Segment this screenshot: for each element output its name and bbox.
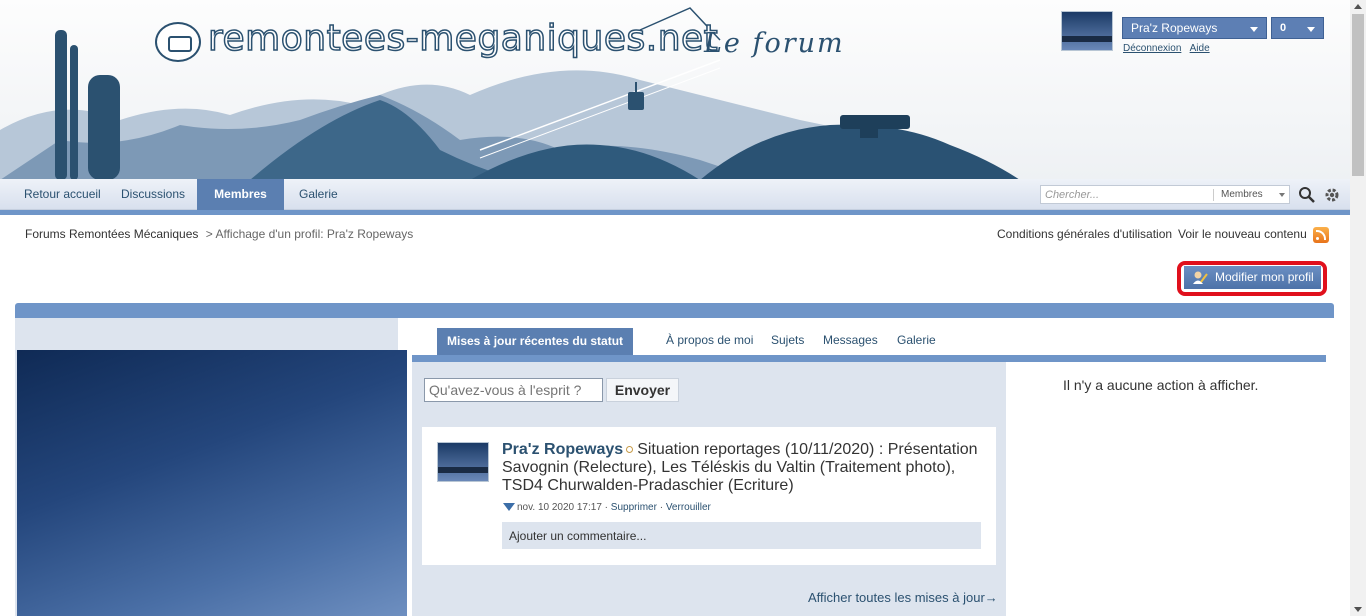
tab-messages[interactable]: Messages: [823, 329, 878, 355]
delete-link[interactable]: Supprimer: [611, 502, 657, 513]
scroll-thumb[interactable]: [1352, 14, 1364, 176]
search-scope-select[interactable]: Membres: [1221, 189, 1263, 200]
nav-divider: [0, 210, 1350, 215]
breadcrumb-current: > Affichage d'un profil: Pra'z Ropeways: [205, 227, 414, 241]
tab-topics[interactable]: Sujets: [771, 329, 804, 355]
tab-gallery[interactable]: Galerie: [897, 329, 936, 355]
nav-item-members[interactable]: Membres: [197, 179, 284, 210]
site-logo[interactable]: remontees-meganiques.net: [207, 17, 718, 60]
no-action-text: Il n'y a aucune action à afficher.: [1063, 377, 1259, 393]
user-name: Pra'z Ropeways: [1131, 21, 1218, 35]
rss-icon[interactable]: [1313, 227, 1329, 243]
search-separator: [1213, 189, 1214, 201]
breadcrumb-root[interactable]: Forums Remontées Mécaniques: [25, 227, 198, 241]
terms-link[interactable]: Conditions générales d'utilisation: [997, 227, 1172, 241]
post-date: nov. 10 2020 17:17: [517, 502, 602, 513]
send-button[interactable]: Envoyer: [606, 378, 679, 402]
post-author[interactable]: Pra'z Ropeways: [502, 441, 623, 458]
profile-header-bar: [15, 303, 1334, 318]
gondola-logo-icon: [155, 22, 201, 62]
edit-profile-label: Modifier mon profil: [1215, 270, 1314, 284]
dropdown-triangle-icon[interactable]: [503, 503, 515, 511]
scroll-down-icon[interactable]: [1354, 607, 1362, 612]
user-avatar[interactable]: [1061, 11, 1113, 51]
help-link[interactable]: Aide: [1190, 43, 1210, 54]
chevron-down-icon: [1250, 27, 1258, 32]
search-input[interactable]: Chercher... Membres: [1040, 185, 1290, 204]
chevron-down-icon: [1279, 193, 1285, 197]
online-status-icon: [626, 446, 634, 453]
edit-profile-button[interactable]: Modifier mon profil: [1184, 266, 1321, 289]
status-input[interactable]: [424, 378, 603, 402]
nav-item-gallery[interactable]: Galerie: [299, 179, 338, 210]
search-icon[interactable]: [1298, 186, 1316, 204]
page-scrollbar[interactable]: [1350, 0, 1366, 616]
tab-status-updates[interactable]: Mises à jour récentes du statut: [437, 328, 634, 355]
user-edit-icon: [1192, 270, 1208, 285]
comment-input[interactable]: Ajouter un commentaire...: [502, 522, 981, 549]
scroll-up-icon[interactable]: [1354, 4, 1362, 9]
new-content-link[interactable]: Voir le nouveau contenu: [1178, 227, 1307, 241]
post-text: Pra'z Ropeways Situation reportages (10/1…: [502, 441, 982, 495]
site-logo-subtitle: Le forum: [704, 28, 845, 59]
search-placeholder: Chercher...: [1045, 189, 1100, 201]
tab-about-me[interactable]: À propos de moi: [666, 329, 753, 355]
post-meta: nov. 10 2020 17:17 · Supprimer · Verroui…: [503, 502, 711, 513]
post-avatar[interactable]: [437, 442, 489, 482]
notifications-count: 0: [1280, 22, 1287, 34]
nav-item-discussions[interactable]: Discussions: [121, 179, 185, 210]
breadcrumb: Forums Remontées Mécaniques > Affichage …: [25, 227, 413, 241]
nav-item-home[interactable]: Retour accueil: [24, 179, 101, 210]
user-menu-dropdown[interactable]: Pra'z Ropeways: [1122, 17, 1267, 39]
logout-link[interactable]: Déconnexion: [1123, 43, 1181, 54]
tabs-divider: [412, 355, 1326, 362]
chevron-down-icon: [1307, 27, 1315, 32]
profile-photo: [17, 350, 407, 616]
user-links: Déconnexion Aide: [1123, 43, 1216, 54]
gear-icon[interactable]: [1323, 186, 1341, 204]
show-all-updates-link[interactable]: Afficher toutes les mises à jour→: [808, 590, 998, 605]
notifications-dropdown[interactable]: 0: [1271, 17, 1324, 39]
lock-link[interactable]: Verrouiller: [666, 502, 711, 513]
